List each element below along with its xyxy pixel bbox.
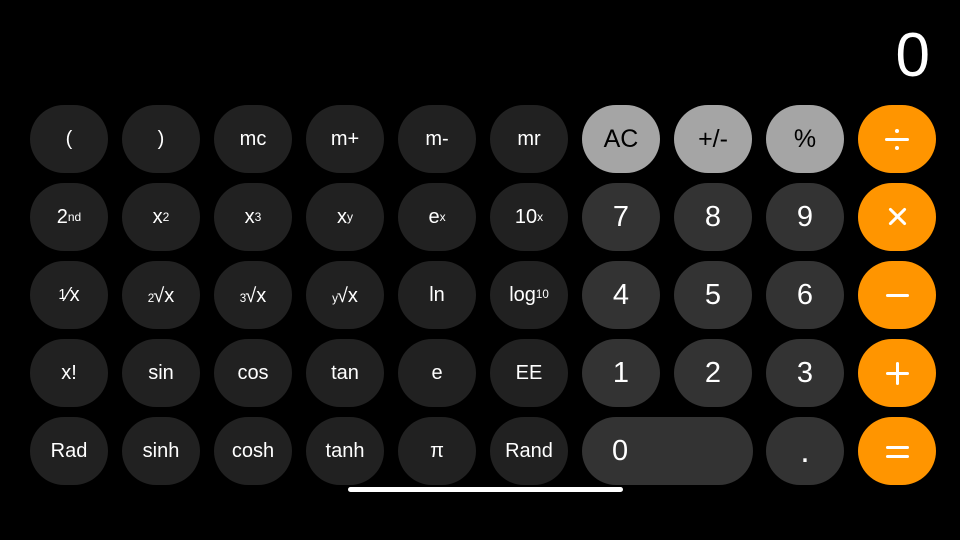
memory-add-button[interactable]: m+ — [306, 105, 384, 173]
memory-recall-button[interactable]: mr — [490, 105, 568, 173]
divide-button[interactable] — [858, 105, 936, 173]
e-power-x-button[interactable]: ex — [398, 183, 476, 251]
close-paren-button[interactable]: ) — [122, 105, 200, 173]
keypad-row-3: 1 ⁄ x 2 √x 3 √x y √x ln log 10 4 5 6 — [0, 261, 960, 329]
display-value: 0 — [895, 21, 930, 90]
reciprocal-button[interactable]: 1 ⁄ x — [30, 261, 108, 329]
keypad-row-2: 2nd x2 x3 xy ex 10 x 7 8 9 — [0, 183, 960, 251]
ten-base: 10 — [514, 206, 538, 228]
tangent-button[interactable]: tan — [306, 339, 384, 407]
sine-button[interactable]: sin — [122, 339, 200, 407]
digit-7-button[interactable]: 7 — [582, 183, 660, 251]
display-area: 0 — [0, 0, 960, 96]
random-number-button[interactable]: Rand — [490, 417, 568, 485]
plus-icon — [884, 360, 910, 386]
hyperbolic-sine-button[interactable]: sinh — [122, 417, 200, 485]
cube-base: x — [244, 206, 255, 228]
nth-root-radical: y √x — [332, 284, 358, 307]
open-paren-button[interactable]: ( — [30, 105, 108, 173]
nth-root-sign: √x — [336, 284, 358, 307]
cube-root-button[interactable]: 3 √x — [214, 261, 292, 329]
add-button[interactable] — [858, 339, 936, 407]
digit-6-button[interactable]: 6 — [766, 261, 844, 329]
cube-root-radical: 3 √x — [239, 284, 267, 307]
calculator-app: 0 ( ) mc m+ m- mr AC +/- % 2nd x 2 x 3 x… — [0, 0, 960, 540]
digit-2-button[interactable]: 2 — [674, 339, 752, 407]
all-clear-button[interactable]: AC — [582, 105, 660, 173]
equals-button[interactable] — [858, 417, 936, 485]
reciprocal-denominator: x — [69, 284, 80, 306]
sign-toggle-button[interactable]: +/- — [674, 105, 752, 173]
percent-button[interactable]: % — [766, 105, 844, 173]
digit-1-button[interactable]: 1 — [582, 339, 660, 407]
power-base: x — [337, 206, 347, 228]
second-function-button[interactable]: 2nd — [30, 183, 108, 251]
minus-icon — [884, 282, 910, 308]
e-base: e — [428, 206, 440, 228]
keypad: ( ) mc m+ m- mr AC +/- % 2nd x2 x3 x y e… — [0, 96, 960, 492]
square-base: x — [152, 206, 163, 228]
keypad-row-5: Rad sinh cosh tanh π Rand 0 . — [0, 417, 960, 485]
hyperbolic-tangent-button[interactable]: tanh — [306, 417, 384, 485]
digit-0-button[interactable]: 0 — [582, 417, 753, 485]
digit-5-button[interactable]: 5 — [674, 261, 752, 329]
power-y-button[interactable]: xy — [306, 183, 384, 251]
square-root-button[interactable]: 2 √x — [122, 261, 200, 329]
square-root-radical: 2 √x — [147, 284, 175, 307]
radian-mode-button[interactable]: Rad — [30, 417, 108, 485]
equals-icon — [884, 438, 910, 464]
decimal-point-button[interactable]: . — [766, 417, 844, 485]
cube-root-sign: √x — [245, 284, 267, 307]
factorial-button[interactable]: x! — [30, 339, 108, 407]
memory-clear-button[interactable]: mc — [214, 105, 292, 173]
exponent-entry-button[interactable]: EE — [490, 339, 568, 407]
digit-9-button[interactable]: 9 — [766, 183, 844, 251]
home-indicator[interactable] — [348, 487, 623, 492]
square-root-sign: √x — [153, 284, 175, 307]
natural-log-button[interactable]: ln — [398, 261, 476, 329]
digit-4-button[interactable]: 4 — [582, 261, 660, 329]
log-base-10-button[interactable]: log 10 — [490, 261, 568, 329]
pi-constant-button[interactable]: π — [398, 417, 476, 485]
cosine-button[interactable]: cos — [214, 339, 292, 407]
digit-8-button[interactable]: 8 — [674, 183, 752, 251]
nth-root-button[interactable]: y √x — [306, 261, 384, 329]
multiply-icon — [884, 204, 910, 230]
memory-subtract-button[interactable]: m- — [398, 105, 476, 173]
ten-power-x-button[interactable]: 10 x — [490, 183, 568, 251]
hyperbolic-cosine-button[interactable]: cosh — [214, 417, 292, 485]
keypad-row-4: x! sin cos tan e EE 1 2 3 — [0, 339, 960, 407]
multiply-button[interactable] — [858, 183, 936, 251]
digit-3-button[interactable]: 3 — [766, 339, 844, 407]
second-base: 2 — [56, 206, 68, 228]
square-button[interactable]: x2 — [122, 183, 200, 251]
cube-button[interactable]: x3 — [214, 183, 292, 251]
keypad-row-1: ( ) mc m+ m- mr AC +/- % — [0, 105, 960, 173]
log-base-text: log — [509, 284, 536, 306]
divide-icon — [884, 126, 910, 152]
subtract-button[interactable] — [858, 261, 936, 329]
euler-constant-button[interactable]: e — [398, 339, 476, 407]
